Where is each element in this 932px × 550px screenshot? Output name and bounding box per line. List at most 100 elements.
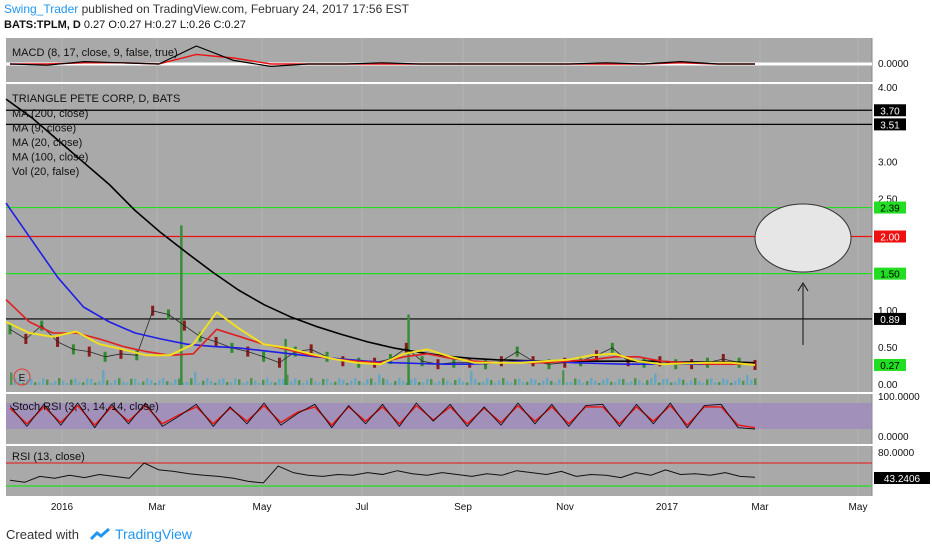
volume-bar (38, 382, 41, 385)
x-tick-2017: 2017 (656, 502, 679, 513)
stoch-title: Stoch RSI (3, 3, 14, 14, close) (12, 401, 159, 413)
panel-bg-macd (6, 38, 872, 82)
volume-bar (194, 371, 197, 385)
x-tick-nov: Nov (556, 502, 574, 513)
volume-bar (466, 382, 469, 385)
volume-bar (618, 378, 621, 385)
volume-bar (626, 382, 629, 385)
tradingview-logo-icon (89, 527, 110, 541)
rsi-title: RSI (13, close) (12, 451, 85, 463)
price-y-tick-4-00: 4.00 (878, 83, 898, 94)
volume-bar (422, 382, 425, 385)
volume-bar (58, 378, 61, 385)
volume-bar (186, 381, 189, 385)
volume-bar (502, 378, 505, 385)
price-title: TRIANGLE PETE CORP, D, BATS (12, 93, 180, 105)
price-tag-2-39: 2.39 (880, 204, 900, 215)
volume-bar (510, 382, 513, 385)
volume-bar (594, 380, 597, 385)
volume-bar (358, 381, 361, 385)
volume-bar (102, 370, 105, 385)
volume-bar (586, 381, 589, 385)
x-tick-jul: Jul (356, 502, 369, 513)
volume-bar (706, 379, 709, 385)
rsi-value-tag: 43.2406 (884, 474, 921, 485)
volume-bar (402, 380, 405, 385)
x-tick-2016: 2016 (51, 502, 74, 513)
volume-bar (526, 381, 529, 385)
volume-bar (734, 380, 737, 385)
volume-bar (450, 382, 453, 385)
volume-bar (386, 379, 389, 385)
volume-bar (514, 379, 517, 385)
x-tick-mar: Mar (751, 502, 769, 513)
volume-bar (302, 382, 305, 385)
volume-bar (118, 378, 121, 385)
volume-bar (246, 381, 249, 385)
volume-bar (34, 382, 37, 385)
volume-bar (482, 381, 485, 385)
volume-bar (754, 378, 757, 385)
volume-bar (98, 381, 101, 385)
volume-bar (54, 380, 57, 385)
volume-bar (138, 382, 141, 385)
volume-bar (750, 379, 753, 385)
volume-bar (230, 382, 233, 385)
footer: Created with TradingView (0, 518, 932, 550)
price-tag-1-50: 1.50 (880, 270, 900, 281)
stoch-y-tick-0: 0.0000 (878, 432, 909, 443)
volume-bar (290, 381, 293, 385)
volume-bar (342, 379, 345, 385)
volume-bar (362, 382, 365, 385)
volume-bar (338, 378, 341, 385)
volume-bar (582, 382, 585, 385)
volume-bar (114, 379, 117, 385)
volume-bar (210, 380, 213, 385)
volume-bar (326, 378, 329, 385)
volume-bar (382, 378, 385, 385)
volume-bar (142, 381, 145, 385)
volume-bar (702, 382, 705, 385)
stoch-y-tick-100: 100.0000 (878, 392, 920, 403)
price-y-tick-0-00: 0.00 (878, 380, 898, 391)
volume-bar (470, 370, 473, 385)
volume-bar (282, 379, 285, 385)
volume-bar (374, 382, 377, 385)
volume-bar (74, 378, 77, 385)
volume-bar (414, 378, 417, 385)
volume-bar (682, 379, 685, 385)
price-y-tick-0-50: 0.50 (878, 343, 898, 354)
volume-bar (310, 378, 313, 385)
volume-bar (170, 382, 173, 385)
event-marker-label: E (19, 373, 26, 384)
volume-bar (78, 381, 81, 385)
volume-bar (130, 378, 133, 385)
volume-bar (258, 382, 261, 385)
volume-bar (206, 378, 209, 385)
tradingview-brand[interactable]: TradingView (115, 526, 192, 542)
volume-bar (146, 378, 149, 385)
volume-bar (242, 382, 245, 385)
volume-bar (418, 381, 421, 385)
volume-bar (546, 378, 549, 385)
volume-bar (134, 378, 137, 385)
macd-axis-label: 0.0000 (878, 59, 909, 70)
volume-bar (590, 378, 593, 385)
volume-bar (738, 378, 741, 385)
volume-bar (86, 378, 89, 385)
volume-bar (234, 378, 237, 385)
volume-bar (218, 379, 221, 385)
volume-bar (462, 381, 465, 385)
volume-bar (722, 378, 725, 385)
volume-bar (474, 378, 477, 385)
volume-bar (322, 378, 325, 385)
volume-bar (454, 379, 457, 385)
volume-bar (486, 378, 489, 385)
volume-bar (162, 378, 165, 385)
volume-bar (578, 379, 581, 385)
x-tick-sep: Sep (454, 502, 472, 513)
panel-bg-price (6, 84, 872, 392)
volume-bar (574, 378, 577, 385)
volume-bar (294, 378, 297, 385)
chart-canvas[interactable]: 2016 Mar May Jul Sep Nov 2017 Mar May MACD (8, 17… (0, 0, 932, 518)
